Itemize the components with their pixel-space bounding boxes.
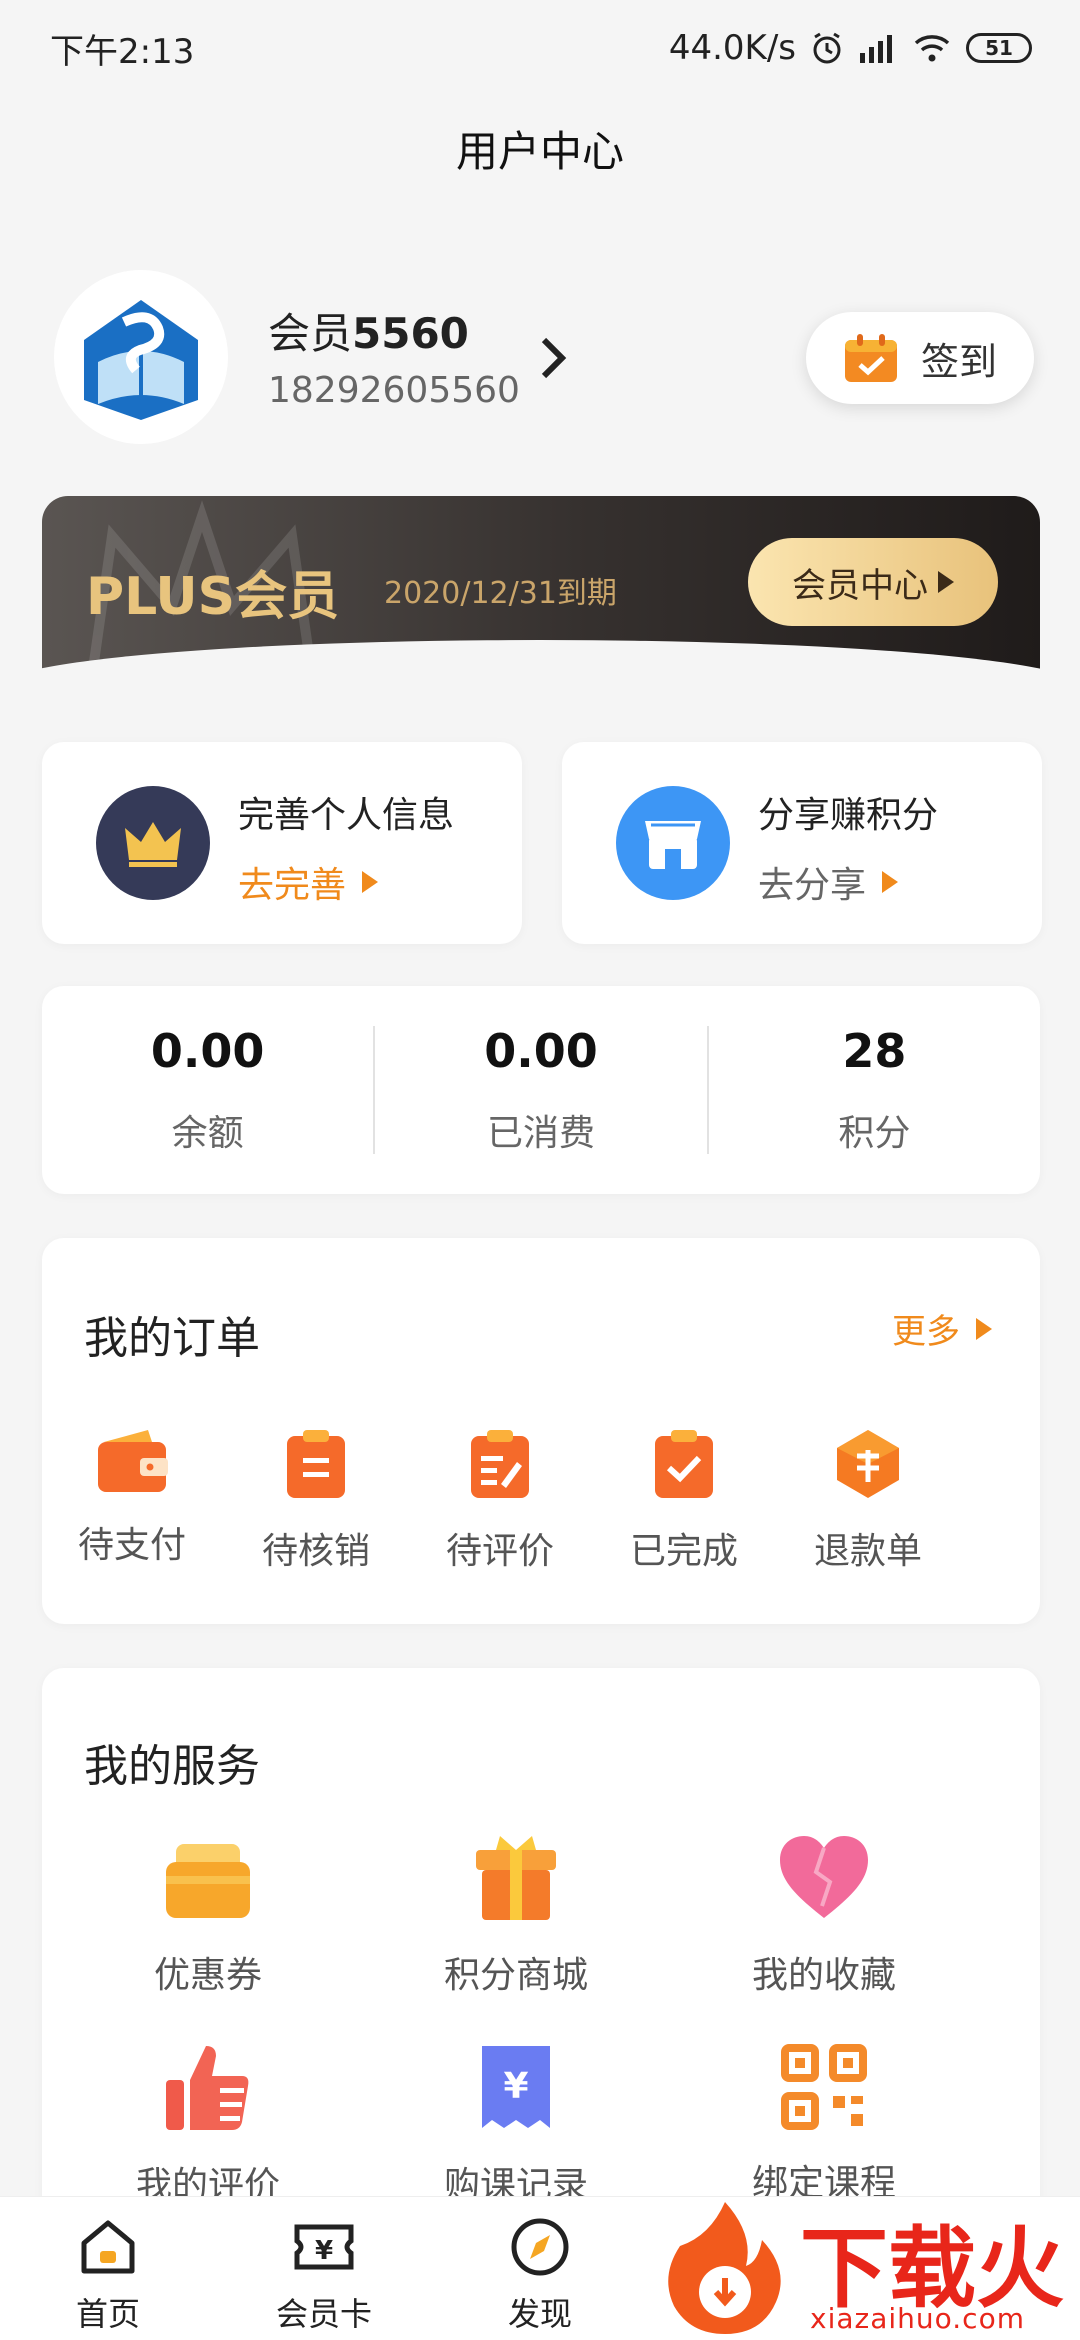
stat-points[interactable]: 28 积分	[709, 1024, 1040, 1156]
tab-label: 会员卡	[275, 2295, 372, 2333]
ticket-icon: ¥	[294, 2224, 354, 2270]
service-my-reviews[interactable]: 我的评价	[108, 2042, 308, 2208]
flame-logo-icon	[668, 2202, 781, 2334]
service-purchase-records[interactable]: ¥ 购课记录	[416, 2042, 616, 2208]
edit-document-icon	[471, 1430, 529, 1498]
signin-label: 签到	[920, 339, 997, 384]
stat-balance[interactable]: 0.00 余额	[42, 1024, 373, 1156]
play-arrow-icon	[882, 871, 899, 893]
refund-icon	[837, 1430, 899, 1498]
service-item-label: 积分商城	[443, 1955, 588, 1996]
status-bar: 下午2:13 44.0K/s 51	[0, 0, 1080, 96]
orders-title: 我的订单	[84, 1313, 260, 1364]
check-clipboard-icon	[655, 1430, 713, 1498]
complete-profile-link[interactable]: 去完善	[238, 856, 379, 908]
svg-text:¥: ¥	[503, 2066, 528, 2107]
stat-value: 28	[842, 1024, 907, 1078]
order-item-label: 待核销	[261, 1531, 370, 1572]
order-refund[interactable]: 退款单	[798, 1428, 938, 1574]
quick-card-link-label: 去完善	[238, 865, 347, 906]
tab-label: 首页	[75, 2295, 140, 2333]
qr-code-icon	[781, 2044, 867, 2130]
orders-more-link[interactable]: 更多	[892, 1304, 992, 1353]
page-title: 用户中心	[455, 127, 624, 176]
calendar-check-icon	[844, 334, 897, 382]
stat-value: 0.00	[150, 1024, 265, 1078]
user-name-prefix: 会员	[268, 309, 353, 358]
play-arrow-icon	[938, 571, 954, 593]
tab-home[interactable]: 首页	[38, 2215, 178, 2335]
user-name-number: 5560	[352, 309, 469, 358]
tab-label: 发现	[507, 2295, 572, 2333]
quick-card-share[interactable]: 分享赚积分 去分享	[562, 742, 1042, 944]
quick-card-title: 分享赚积分	[758, 795, 939, 836]
crown-icon	[96, 786, 210, 900]
wifi-icon	[914, 35, 950, 62]
signin-button[interactable]: 签到	[806, 312, 1034, 404]
service-points-mall[interactable]: 积分商城	[416, 1832, 616, 1998]
home-icon	[81, 2220, 135, 2274]
profile-section[interactable]: 会员5560 18292605560 签到	[54, 270, 1034, 450]
order-pending-payment[interactable]: 待支付	[62, 1428, 202, 1568]
quick-card-profile[interactable]: 完善个人信息 去完善	[42, 742, 522, 944]
tab-discover[interactable]: 发现	[470, 2215, 610, 2335]
order-item-label: 待支付	[77, 1525, 186, 1566]
play-arrow-icon	[976, 1317, 992, 1340]
signal-icon	[860, 35, 892, 63]
more-label: 更多	[892, 1312, 960, 1352]
play-arrow-icon	[362, 871, 379, 893]
order-pending-review[interactable]: 待评价	[430, 1428, 570, 1574]
order-pending-verify[interactable]: 待核销	[246, 1428, 386, 1574]
user-phone: 18292605560	[268, 370, 520, 411]
orders-section: 我的订单 更多 待支付 待核销 待评价 已完成 退款单	[42, 1238, 1040, 1624]
alarm-icon	[813, 32, 841, 64]
tab-member-card[interactable]: ¥ 会员卡	[254, 2215, 394, 2335]
coupon-icon	[166, 1844, 250, 1918]
service-item-label: 优惠券	[153, 1955, 262, 1996]
heart-icon	[780, 1836, 868, 1918]
service-item-label: 我的收藏	[751, 1955, 896, 1996]
member-center-label: 会员中心	[792, 565, 928, 606]
thumbs-up-icon	[166, 2046, 249, 2130]
site-watermark: 下载火 xiazaihuo.com	[650, 2196, 1080, 2340]
chevron-right-icon[interactable]	[522, 328, 582, 388]
service-bind-course[interactable]: 绑定课程	[724, 2042, 924, 2206]
stat-spent[interactable]: 0.00 已消费	[375, 1024, 706, 1156]
services-title: 我的服务	[84, 1741, 260, 1792]
user-name: 会员5560	[268, 300, 469, 361]
status-icons: 44.0K/s 51	[669, 28, 1032, 68]
service-coupon[interactable]: 优惠券	[108, 1832, 308, 1998]
plus-title: PLUS会员	[86, 567, 340, 627]
services-section: 我的服务 优惠券 积分商城 我的收藏 我的评价 ¥ 购课记录 绑定课程	[42, 1668, 1040, 2228]
order-item-label: 退款单	[813, 1531, 922, 1572]
receipt-icon: ¥	[482, 2046, 550, 2128]
share-link[interactable]: 去分享	[758, 856, 899, 908]
order-item-label: 已完成	[629, 1531, 738, 1572]
watermark-domain: xiazaihuo.com	[810, 2302, 1025, 2335]
network-speed: 44.0K/s	[668, 28, 796, 68]
wallet-icon	[98, 1430, 168, 1492]
logo-icon	[54, 270, 228, 444]
stat-label: 已消费	[486, 1113, 595, 1154]
service-favorites[interactable]: 我的收藏	[724, 1832, 924, 1998]
plus-expiry: 2020/12/31到期	[384, 576, 617, 611]
clipboard-icon	[287, 1430, 345, 1498]
compass-icon	[511, 2218, 569, 2276]
member-center-button[interactable]: 会员中心	[748, 538, 998, 626]
order-completed[interactable]: 已完成	[614, 1428, 754, 1574]
gift-box-icon	[476, 1836, 556, 1920]
svg-text:¥: ¥	[315, 2236, 333, 2266]
battery-level: 51	[985, 36, 1013, 60]
status-time: 下午2:13	[50, 31, 195, 72]
quick-card-link-label: 去分享	[758, 865, 867, 906]
shop-icon	[616, 786, 730, 900]
stat-label: 积分	[838, 1113, 911, 1154]
account-stats: 0.00 余额 0.00 已消费 28 积分	[42, 986, 1040, 1194]
avatar[interactable]	[54, 270, 228, 444]
battery-icon: 51	[966, 33, 1032, 63]
quick-card-title: 完善个人信息	[238, 795, 455, 836]
stat-label: 余额	[171, 1113, 244, 1154]
order-item-label: 待评价	[445, 1531, 554, 1572]
stat-value: 0.00	[484, 1024, 598, 1078]
